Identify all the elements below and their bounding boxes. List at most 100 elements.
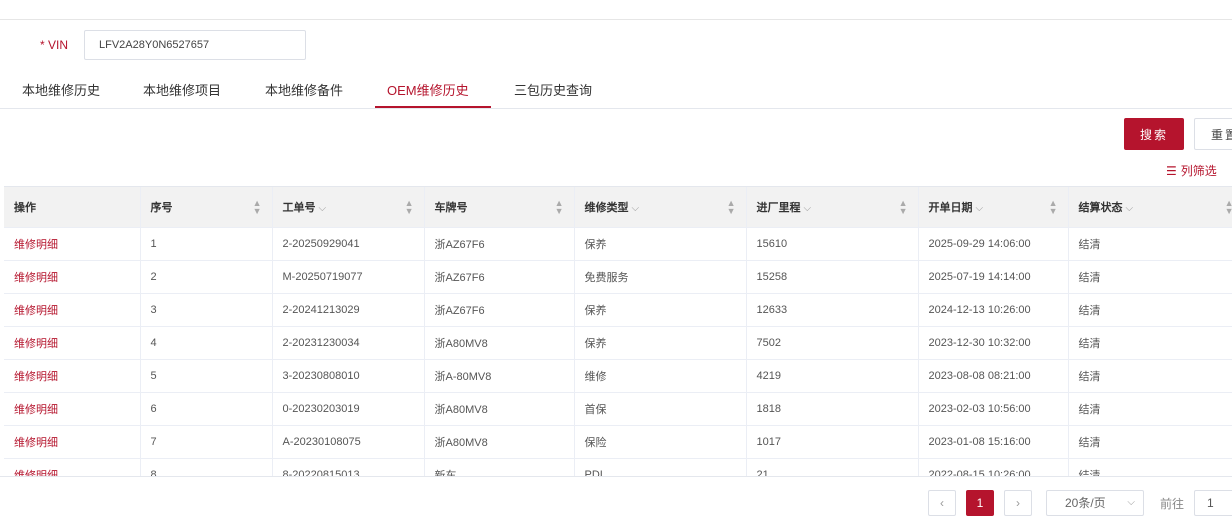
chevron-down-icon[interactable]: ⌵: [319, 203, 327, 214]
page-size-value: 20条/页: [1065, 496, 1106, 510]
table-row: 维修明细 1 2-20250929041 浙AZ67F6 保养 15610 2025-09-…: [4, 227, 1232, 261]
repair-detail-link[interactable]: 维修明细: [14, 338, 58, 350]
cell-open-date: 2022-08-15 10:26:00: [918, 458, 1069, 477]
sort-icon[interactable]: ▲▼: [1225, 199, 1232, 216]
repair-detail-link[interactable]: 维修明细: [14, 404, 58, 416]
table-row: 维修明细 5 3-20230808010 浙A-80MV8 维修 4219 2023-08-…: [4, 359, 1232, 393]
chevron-down-icon: ⌵: [1127, 497, 1135, 508]
cell-index: 4: [140, 326, 273, 360]
list-filter-icon: ☰: [1166, 164, 1177, 178]
table-row: 维修明细 3 2-20241213029 浙AZ67F6 保养 12633 2024-12-…: [4, 293, 1232, 327]
goto-page-input[interactable]: [1194, 490, 1232, 516]
cell-index: 2: [140, 260, 273, 294]
column-header-mileage[interactable]: 进厂里程 ⌵ ▲ ▼: [746, 187, 919, 228]
cell-order-no: A-20230108075: [272, 425, 425, 459]
repair-detail-link[interactable]: 维修明细: [14, 371, 58, 383]
cell-repair-type: PDI: [574, 458, 747, 477]
cell-settlement-status: 结清: [1068, 293, 1232, 327]
tab-local-repair-history[interactable]: 本地维修历史: [22, 76, 100, 108]
cell-plate: 浙AZ67F6: [424, 260, 575, 294]
cell-mileage: 7502: [746, 326, 919, 360]
chevron-down-icon[interactable]: ⌵: [804, 203, 812, 214]
chevron-down-icon[interactable]: ⌵: [976, 203, 984, 214]
cell-plate: 新车: [424, 458, 575, 477]
cell-order-no: 3-20230808010: [272, 359, 425, 393]
cell-plate: 浙A80MV8: [424, 326, 575, 360]
prev-page-button[interactable]: ‹: [928, 490, 956, 516]
cell-index: 8: [140, 458, 273, 477]
cell-order-no: 2-20241213029: [272, 293, 425, 327]
cell-repair-type: 保养: [574, 227, 747, 261]
column-header-plate[interactable]: 车牌号 ▲ ▼: [424, 187, 575, 228]
page: * VIN 本地维修历史 本地维修项目 本地维修备件 OEM维修历史 三包历史查…: [0, 0, 1232, 516]
cell-index: 6: [140, 392, 273, 426]
cell-order-no: 0-20230203019: [272, 392, 425, 426]
cell-operation: 维修明细: [4, 293, 141, 327]
repair-detail-link[interactable]: 维修明细: [14, 437, 58, 449]
cell-operation: 维修明细: [4, 359, 141, 393]
cell-operation: 维修明细: [4, 425, 141, 459]
cell-order-no: 2-20231230034: [272, 326, 425, 360]
column-filter-button[interactable]: ☰ 列筛选: [1166, 162, 1217, 179]
vin-label: * VIN: [40, 38, 69, 52]
column-header-settlement-status[interactable]: 结算状态⌵▲▼: [1068, 187, 1232, 228]
sort-icon[interactable]: ▲▼: [899, 199, 908, 216]
sort-icon[interactable]: ▲▼: [253, 199, 262, 216]
tab-oem-repair-history[interactable]: OEM维修历史: [387, 76, 469, 108]
cell-repair-type: 首保: [574, 392, 747, 426]
page-size-select[interactable]: 20条/页 ⌵: [1046, 490, 1144, 516]
table-header-row: 操作 序号 ▲ ▼ 工单号 ⌵ ▲ ▼ 车牌号 ▲ ▼ 维修类型 ⌵ ▲ ▼ 进厂里程 ⌵ ▲ ▼: [4, 187, 1232, 228]
column-header-open-date[interactable]: 开单日期 ⌵ ▲ ▼: [918, 187, 1069, 228]
repair-detail-link[interactable]: 维修明细: [14, 305, 58, 317]
next-page-button[interactable]: ›: [1004, 490, 1032, 516]
cell-order-no: M-20250719077: [272, 260, 425, 294]
cell-settlement-status: 结清: [1068, 392, 1232, 426]
tab-local-repair-items[interactable]: 本地维修项目: [143, 76, 221, 108]
search-button[interactable]: 搜索: [1124, 118, 1184, 150]
chevron-down-icon[interactable]: ⌵: [632, 203, 640, 214]
cell-operation: 维修明细: [4, 458, 141, 477]
cell-operation: 维修明细: [4, 326, 141, 360]
current-page-button[interactable]: 1: [966, 490, 994, 516]
cell-operation: 维修明细: [4, 227, 141, 261]
cell-settlement-status: 结清: [1068, 458, 1232, 477]
chevron-down-icon[interactable]: ⌵: [1126, 203, 1134, 214]
tab-local-repair-parts[interactable]: 本地维修备件: [265, 76, 343, 108]
cell-order-no: 8-20220815013: [272, 458, 425, 477]
cell-repair-type: 免费服务: [574, 260, 747, 294]
cell-plate: 浙AZ67F6: [424, 293, 575, 327]
cell-settlement-status: 结清: [1068, 425, 1232, 459]
table-row: 维修明细 7 A-20230108075 浙A80MV8 保险 1017 2023-01-0…: [4, 425, 1232, 459]
cell-plate: 浙A-80MV8: [424, 359, 575, 393]
column-header-repair-type[interactable]: 维修类型 ⌵ ▲ ▼: [574, 187, 747, 228]
reset-button[interactable]: 重置: [1194, 118, 1232, 150]
column-header-index[interactable]: 序号 ▲ ▼: [140, 187, 273, 228]
cell-plate: 浙A80MV8: [424, 425, 575, 459]
active-tab-indicator: [375, 106, 491, 108]
sort-icon[interactable]: ▲▼: [1049, 199, 1058, 216]
cell-index: 5: [140, 359, 273, 393]
table-row: 维修明细 2 M-20250719077 浙AZ67F6 免费服务 15258 2025-0…: [4, 260, 1232, 294]
column-header-order-no[interactable]: 工单号 ⌵ ▲ ▼: [272, 187, 425, 228]
sort-icon[interactable]: ▲▼: [405, 199, 414, 216]
cell-settlement-status: 结清: [1068, 326, 1232, 360]
cell-plate: 浙A80MV8: [424, 392, 575, 426]
cell-open-date: 2025-07-19 14:14:00: [918, 260, 1069, 294]
repair-detail-link[interactable]: 维修明细: [14, 239, 58, 251]
tab-warranty-history[interactable]: 三包历史查询: [514, 76, 592, 108]
table-bottom-divider: [0, 476, 1232, 477]
cell-settlement-status: 结清: [1068, 260, 1232, 294]
sort-icon[interactable]: ▲▼: [555, 199, 564, 216]
cell-operation: 维修明细: [4, 260, 141, 294]
vin-input[interactable]: [84, 30, 306, 60]
column-filter-label: 列筛选: [1180, 164, 1217, 178]
cell-mileage: 15258: [746, 260, 919, 294]
table-body: 维修明细 1 2-20250929041 浙AZ67F6 保养 15610 2025-09-…: [4, 227, 1232, 477]
sort-icon[interactable]: ▲▼: [727, 199, 736, 216]
cell-mileage: 12633: [746, 293, 919, 327]
cell-open-date: 2023-02-03 10:56:00: [918, 392, 1069, 426]
column-header-operation: 操作: [4, 187, 141, 228]
cell-open-date: 2024-12-13 10:26:00: [918, 293, 1069, 327]
repair-detail-link[interactable]: 维修明细: [14, 272, 58, 284]
cell-index: 7: [140, 425, 273, 459]
